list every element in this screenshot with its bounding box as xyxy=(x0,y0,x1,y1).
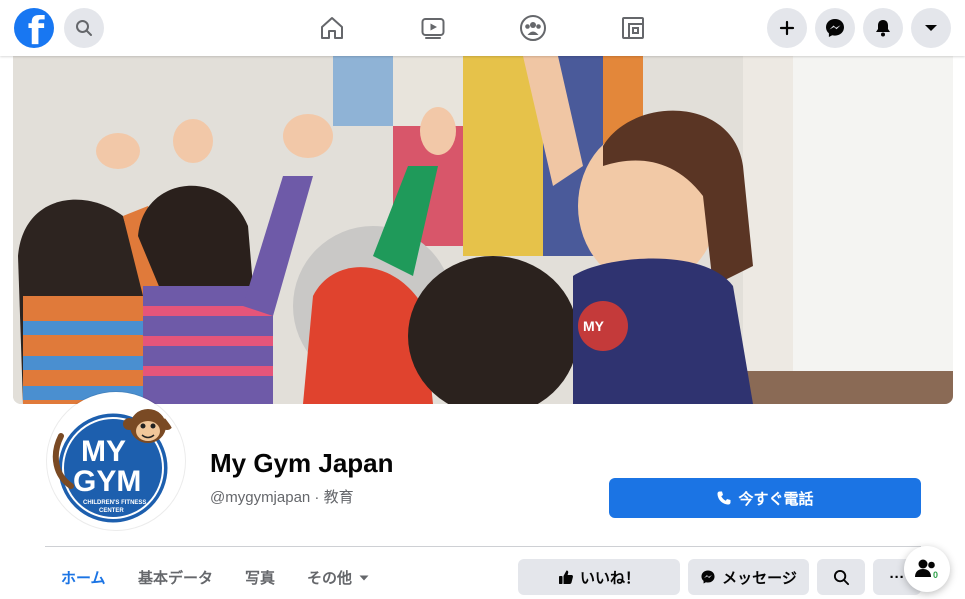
page-title: My Gym Japan xyxy=(210,448,394,478)
groups-icon xyxy=(520,15,546,41)
like-label: いいね！ xyxy=(579,569,640,587)
people-button[interactable]: 0 xyxy=(904,546,950,592)
thumbs-up-icon xyxy=(558,570,573,584)
home-tab[interactable] xyxy=(312,8,352,48)
search-icon xyxy=(76,20,92,36)
call-now-label: 今すぐ電話 xyxy=(738,490,814,508)
message-label: メッセージ xyxy=(722,569,797,587)
facebook-logo[interactable]: f xyxy=(14,8,54,48)
svg-text:MY: MY xyxy=(81,435,126,468)
groups-tab[interactable] xyxy=(513,8,553,48)
messenger-icon xyxy=(701,570,715,584)
tab-home-label: ホーム xyxy=(61,570,106,587)
tab-more-label: その他 xyxy=(307,570,353,587)
svg-text:GYM: GYM xyxy=(73,465,141,498)
svg-text:CENTER: CENTER xyxy=(99,508,124,514)
cover-photo-illustration: MY xyxy=(13,56,953,404)
tab-photos-label: 写真 xyxy=(245,570,276,587)
gaming-icon xyxy=(622,17,644,39)
message-button[interactable]: メッセージ xyxy=(688,559,809,595)
page-username-category: @mygymjapan · 教育 xyxy=(210,489,354,506)
tab-home[interactable]: ホーム xyxy=(61,567,106,588)
tab-more[interactable]: その他 xyxy=(307,567,370,588)
like-button[interactable]: いいね！ xyxy=(518,559,680,595)
search-icon xyxy=(833,569,849,585)
search-button[interactable] xyxy=(64,8,104,48)
bell-icon xyxy=(876,20,890,37)
messenger-icon xyxy=(826,19,844,37)
notifications-button[interactable] xyxy=(863,8,903,48)
my-gym-logo: MY GYM CHILDREN'S FITNESS CENTER xyxy=(52,399,178,526)
account-menu-button[interactable] xyxy=(911,8,951,48)
svg-text:MY: MY xyxy=(583,318,605,334)
caret-down-icon xyxy=(925,25,937,31)
plus-icon xyxy=(779,20,795,36)
top-navigation-bar: f xyxy=(0,0,965,56)
cover-photo[interactable]: MY xyxy=(13,56,953,404)
people-badge: 0 xyxy=(933,570,939,580)
home-icon xyxy=(321,17,343,39)
page-avatar[interactable]: MY GYM CHILDREN'S FITNESS CENTER xyxy=(47,392,185,530)
create-button[interactable] xyxy=(767,8,807,48)
phone-icon xyxy=(717,491,731,505)
watch-tab[interactable] xyxy=(413,8,453,48)
page-search-button[interactable] xyxy=(817,559,865,595)
svg-text:CHILDREN'S FITNESS: CHILDREN'S FITNESS xyxy=(83,500,146,506)
more-options-label: ··· xyxy=(889,568,905,586)
call-now-button[interactable]: 今すぐ電話 xyxy=(609,478,921,518)
tab-photos[interactable]: 写真 xyxy=(245,567,275,588)
caret-down-icon xyxy=(359,575,369,580)
gaming-tab[interactable] xyxy=(613,8,653,48)
messenger-button[interactable] xyxy=(815,8,855,48)
profile-divider xyxy=(45,546,921,547)
tab-about[interactable]: 基本データ xyxy=(138,567,213,588)
tab-about-label: 基本データ xyxy=(138,570,214,587)
watch-icon xyxy=(421,18,445,39)
